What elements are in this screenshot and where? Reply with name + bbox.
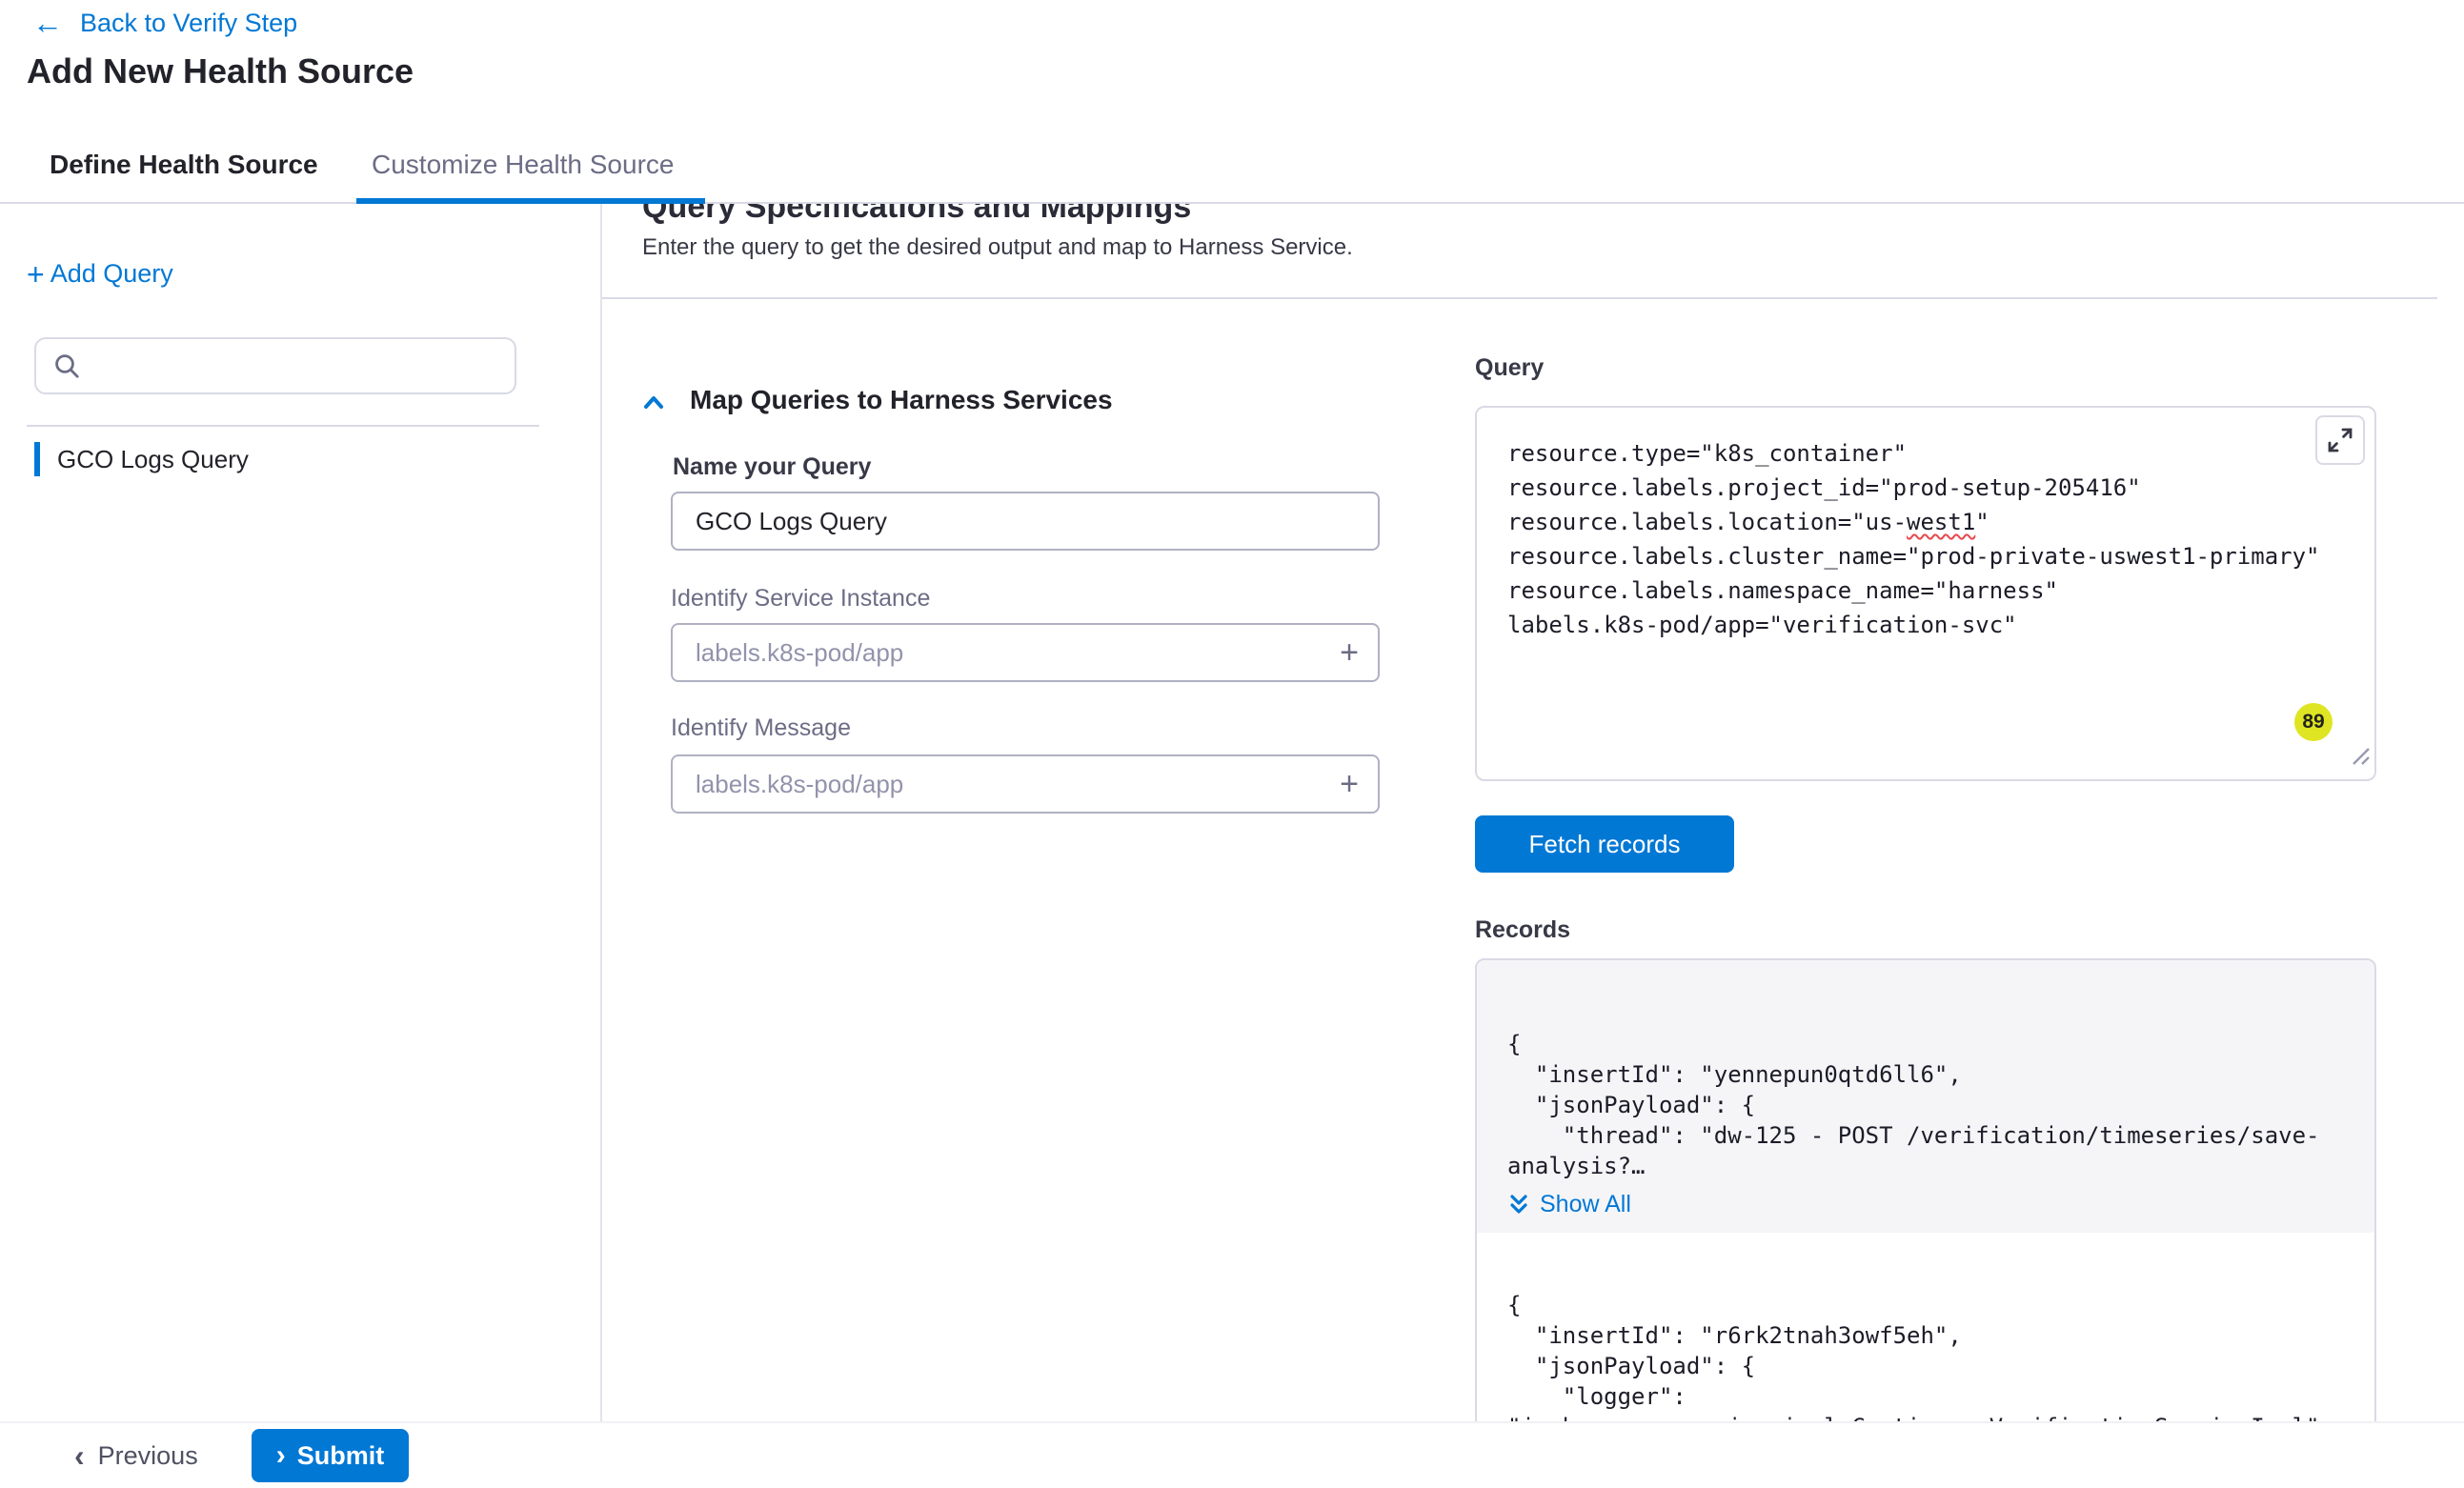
resize-handle[interactable]: [2350, 741, 2371, 775]
section-divider: [602, 297, 2437, 299]
query-line: resource.labels.namespace_name="harness": [1507, 573, 2344, 608]
service-instance-input[interactable]: [696, 638, 1340, 668]
misspelled-word: west1: [1907, 509, 1975, 535]
identify-message-field: +: [671, 754, 1380, 814]
chevron-right-icon: ›: [276, 1442, 286, 1469]
add-health-source-page: ← Back to Verify Step Add New Health Sou…: [0, 0, 2464, 1488]
query-item-label: GCO Logs Query: [57, 445, 249, 474]
record-card: { "insertId": "yennepun0qtd6ll6", "jsonP…: [1477, 960, 2374, 1233]
search-input[interactable]: [93, 352, 497, 381]
section-subheading: Enter the query to get the desired outpu…: [642, 234, 1353, 261]
previous-label: Previous: [98, 1441, 198, 1471]
content-area: + Add Query GCO Logs Query Query Specifi…: [0, 204, 2464, 1421]
plus-icon: +: [27, 261, 45, 288]
query-label: Query: [1475, 354, 1544, 382]
query-line: resource.labels.location="us-west1": [1507, 505, 2344, 539]
show-all-link[interactable]: Show All: [1507, 1191, 1631, 1218]
submit-label: Submit: [297, 1441, 385, 1471]
record-json-1: { "insertId": "yennepun0qtd6ll6", "jsonP…: [1507, 1029, 2344, 1181]
record-json-2: { "insertId": "r6rk2tnah3owf5eh", "jsonP…: [1507, 1290, 2344, 1421]
query-line: resource.labels.project_id="prod-setup-2…: [1507, 471, 2344, 505]
query-textarea[interactable]: resource.type="k8s_container" resource.l…: [1475, 406, 2376, 781]
expand-query-button[interactable]: [2315, 415, 2365, 465]
sidebar-divider: [27, 425, 539, 427]
chevron-up-icon: [640, 390, 667, 416]
back-to-verify-step-link[interactable]: ← Back to Verify Step: [32, 8, 297, 38]
query-line: resource.labels.cluster_name="prod-priva…: [1507, 539, 2344, 573]
fullscreen-icon: [2327, 427, 2353, 453]
selected-indicator: [34, 442, 40, 476]
records-panel[interactable]: { "insertId": "yennepun0qtd6ll6", "jsonP…: [1475, 958, 2376, 1421]
search-icon: [53, 352, 80, 379]
service-instance-label: Identify Service Instance: [671, 585, 930, 613]
back-arrow-icon: ←: [32, 8, 63, 38]
chevron-left-icon: ‹: [74, 1442, 85, 1469]
sidebar-main-divider: [600, 204, 602, 1421]
add-message-button[interactable]: +: [1340, 768, 1359, 800]
active-tab-underline: [356, 198, 705, 204]
show-all-label: Show All: [1540, 1191, 1631, 1218]
collapse-section-button[interactable]: [640, 389, 667, 415]
query-name-input[interactable]: [671, 492, 1380, 551]
query-search-box: [34, 337, 516, 394]
char-count-badge: 89: [2294, 703, 2333, 741]
records-label: Records: [1475, 916, 1570, 944]
query-list-item-gco-logs[interactable]: GCO Logs Query: [27, 436, 539, 482]
fetch-records-button[interactable]: Fetch records: [1475, 815, 1734, 873]
identify-message-label: Identify Message: [671, 714, 851, 742]
previous-button[interactable]: ‹ Previous: [74, 1441, 198, 1471]
back-link-label: Back to Verify Step: [80, 9, 297, 38]
query-line: labels.k8s-pod/app="verification-svc": [1507, 608, 2344, 642]
identify-message-input[interactable]: [696, 770, 1340, 799]
section-heading: Query Specifications and Mappings: [642, 204, 1191, 226]
add-query-button[interactable]: + Add Query: [27, 259, 173, 289]
query-line: resource.type="k8s_container": [1507, 436, 2344, 471]
double-chevron-down-icon: [1507, 1194, 1530, 1217]
tab-bar: Define Health Source Customize Health So…: [0, 128, 2464, 204]
name-query-label: Name your Query: [673, 453, 871, 481]
page-title: Add New Health Source: [27, 51, 414, 91]
map-queries-heading: Map Queries to Harness Services: [690, 385, 1113, 415]
submit-button[interactable]: › Submit: [252, 1429, 410, 1482]
tab-customize-health-source[interactable]: Customize Health Source: [372, 128, 674, 202]
tab-define-health-source[interactable]: Define Health Source: [50, 128, 318, 202]
add-query-label: Add Query: [50, 259, 173, 289]
service-instance-field: +: [671, 623, 1380, 682]
add-service-instance-button[interactable]: +: [1340, 636, 1359, 669]
footer-bar: ‹ Previous › Submit: [0, 1421, 2464, 1488]
